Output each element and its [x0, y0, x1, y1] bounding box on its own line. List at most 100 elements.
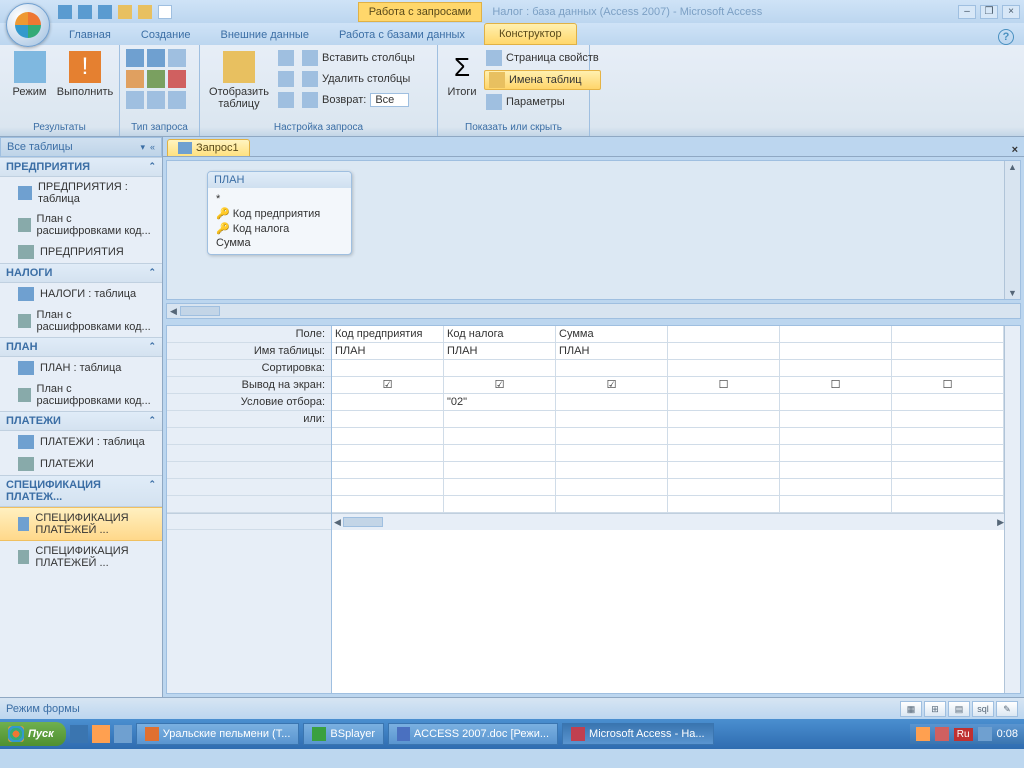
grid-cell[interactable]: [892, 411, 1004, 427]
qat-new-icon[interactable]: [158, 5, 172, 19]
tray-icon[interactable]: [935, 727, 949, 741]
grid-cell[interactable]: [780, 326, 892, 342]
grid-cell[interactable]: [668, 326, 780, 342]
nav-item[interactable]: СПЕЦИФИКАЦИЯ ПЛАТЕЖЕЙ ...: [0, 507, 162, 541]
property-sheet-button[interactable]: Страница свойств: [484, 49, 601, 67]
parameters-button[interactable]: Параметры: [484, 93, 601, 111]
delete-query-icon[interactable]: [168, 70, 186, 88]
grid-cell[interactable]: [668, 360, 780, 376]
field-item[interactable]: 🔑 Код предприятия: [216, 206, 343, 221]
select-query-icon[interactable]: [126, 49, 144, 67]
view-pivot-icon[interactable]: ⊞: [924, 701, 946, 717]
nav-item[interactable]: План с расшифровками код...: [0, 379, 162, 411]
nav-group-predpriyatiya[interactable]: ПРЕДПРИЯТИЯ⌃: [0, 157, 162, 177]
grid-checkbox[interactable]: ☑: [332, 377, 444, 393]
grid-cell[interactable]: [332, 360, 444, 376]
grid-cell[interactable]: "02": [444, 394, 556, 410]
field-item[interactable]: 🔑 Код налога: [216, 221, 343, 236]
crosstab-query-icon[interactable]: [147, 49, 165, 67]
nav-group-spec[interactable]: СПЕЦИФИКАЦИЯ ПЛАТЕЖ...⌃: [0, 475, 162, 507]
nav-item[interactable]: НАЛОГИ : таблица: [0, 283, 162, 305]
view-design-icon[interactable]: ✎: [996, 701, 1018, 717]
field-item[interactable]: Сумма: [216, 236, 343, 250]
qat-save-icon[interactable]: [58, 5, 72, 19]
qat-redo-icon[interactable]: [98, 5, 112, 19]
grid-cell[interactable]: Код налога: [444, 326, 556, 342]
grid-cell[interactable]: [556, 394, 668, 410]
grid-checkbox[interactable]: ☐: [668, 377, 780, 393]
navpane-header[interactable]: Все таблицы▾ «: [0, 137, 162, 157]
tray-icon[interactable]: [916, 727, 930, 741]
grid-cell[interactable]: [444, 411, 556, 427]
return-combo[interactable]: Возврат: Все: [300, 91, 417, 109]
nav-group-plan[interactable]: ПЛАН⌃: [0, 337, 162, 357]
grid-cell[interactable]: [332, 394, 444, 410]
grid-cell[interactable]: [892, 360, 1004, 376]
grid-cell[interactable]: [444, 360, 556, 376]
grid-cell[interactable]: [780, 360, 892, 376]
qat-folder-icon[interactable]: [138, 5, 152, 19]
quicklaunch-icon[interactable]: [114, 725, 132, 743]
view-datasheet-icon[interactable]: ▦: [900, 701, 922, 717]
passthrough-icon[interactable]: [147, 91, 165, 109]
minimize-button[interactable]: –: [958, 5, 976, 19]
quicklaunch-icon[interactable]: [70, 725, 88, 743]
grid-vscroll[interactable]: [1004, 326, 1020, 693]
show-table-button[interactable]: Отобразить таблицу: [206, 49, 272, 112]
tray-icon[interactable]: [978, 727, 992, 741]
start-button[interactable]: Пуск: [0, 722, 66, 746]
tab-home[interactable]: Главная: [54, 24, 126, 45]
view-sql-icon[interactable]: sql: [972, 701, 994, 717]
taskbar-item[interactable]: ACCESS 2007.doc [Режи...: [388, 723, 558, 745]
taskbar-item[interactable]: BSplayer: [303, 723, 384, 745]
grid-checkbox[interactable]: ☑: [444, 377, 556, 393]
nav-group-platezhi[interactable]: ПЛАТЕЖИ⌃: [0, 411, 162, 431]
view-button[interactable]: Режим: [6, 49, 53, 100]
grid-cell[interactable]: ПЛАН: [332, 343, 444, 359]
language-indicator[interactable]: Ru: [954, 728, 973, 741]
table-box-plan[interactable]: ПЛАН * 🔑 Код предприятия 🔑 Код налога Су…: [207, 171, 352, 255]
grid-cell[interactable]: [892, 343, 1004, 359]
nav-item[interactable]: План с расшифровками код...: [0, 305, 162, 337]
nav-item[interactable]: ПРЕДПРИЯТИЯ: [0, 241, 162, 263]
grid-cell[interactable]: [556, 360, 668, 376]
nav-item[interactable]: СПЕЦИФИКАЦИЯ ПЛАТЕЖЕЙ ...: [0, 541, 162, 573]
quicklaunch-icon[interactable]: [92, 725, 110, 743]
clock[interactable]: 0:08: [997, 728, 1018, 740]
totals-button[interactable]: ΣИтоги: [444, 49, 480, 100]
scrollbar-vertical[interactable]: [1004, 161, 1020, 299]
qat-undo-icon[interactable]: [78, 5, 92, 19]
grid-cell[interactable]: [780, 394, 892, 410]
make-table-icon[interactable]: [168, 49, 186, 67]
grid-cell[interactable]: [668, 411, 780, 427]
restore-button[interactable]: ❐: [980, 5, 998, 19]
append-query-icon[interactable]: [147, 70, 165, 88]
taskbar-item[interactable]: Уральские пельмени (Т...: [136, 723, 300, 745]
grid-cell[interactable]: [892, 394, 1004, 410]
view-chart-icon[interactable]: ▤: [948, 701, 970, 717]
document-tab[interactable]: Запрос1: [167, 139, 250, 156]
grid-cell[interactable]: [556, 411, 668, 427]
close-button[interactable]: ×: [1002, 5, 1020, 19]
grid-checkbox[interactable]: ☑: [556, 377, 668, 393]
field-star[interactable]: *: [216, 192, 343, 206]
grid-cell[interactable]: ПЛАН: [444, 343, 556, 359]
builder-button[interactable]: [276, 91, 296, 109]
grid-checkbox[interactable]: ☐: [892, 377, 1004, 393]
datadef-icon[interactable]: [168, 91, 186, 109]
nav-item[interactable]: ПЛАТЕЖИ : таблица: [0, 431, 162, 453]
grid-cell[interactable]: [668, 394, 780, 410]
tab-dbtools[interactable]: Работа с базами данных: [324, 24, 480, 45]
scrollbar-horizontal[interactable]: ◀: [166, 303, 1021, 319]
relationship-pane[interactable]: ПЛАН * 🔑 Код предприятия 🔑 Код налога Су…: [166, 160, 1021, 300]
table-names-button[interactable]: Имена таблиц: [484, 70, 601, 90]
grid-cell[interactable]: Сумма: [556, 326, 668, 342]
run-button[interactable]: !Выполнить: [57, 49, 113, 100]
nav-item[interactable]: ПЛАН : таблица: [0, 357, 162, 379]
grid-cell[interactable]: [668, 343, 780, 359]
grid-cell[interactable]: [892, 326, 1004, 342]
insert-cols-button[interactable]: Вставить столбцы: [300, 49, 417, 67]
taskbar-item[interactable]: Microsoft Access - На...: [562, 723, 714, 745]
nav-item[interactable]: План с расшифровками код...: [0, 209, 162, 241]
grid-cell[interactable]: ПЛАН: [556, 343, 668, 359]
